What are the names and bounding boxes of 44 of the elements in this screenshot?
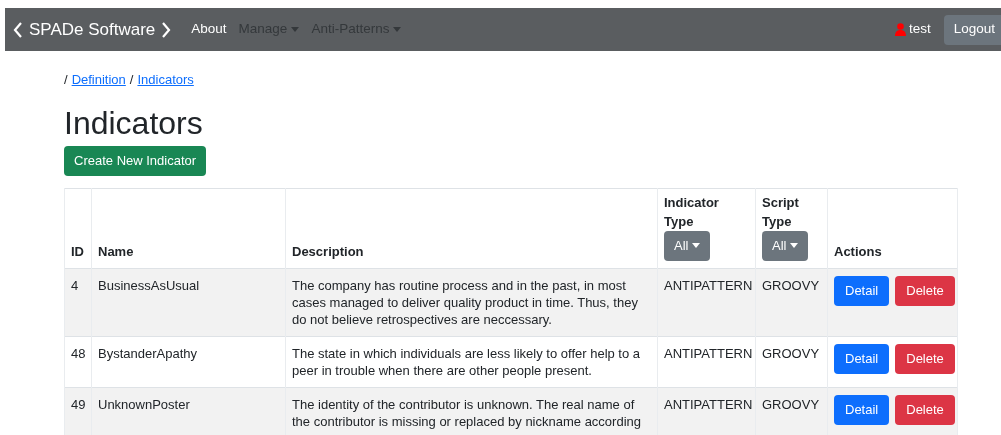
- table-cell: The state in which individuals are less likely to offer help to a peer in trouble when there are other people present.: [292, 345, 641, 378]
- username: test: [908, 20, 931, 39]
- user-icon: [894, 23, 906, 36]
- column-header: Actions: [834, 243, 882, 259]
- breadcrumb-separator: /: [64, 71, 68, 89]
- column-header: Indicator Type: [664, 194, 719, 229]
- table-cell: BystanderApathy: [98, 345, 197, 361]
- table-cell: 4: [71, 277, 79, 293]
- table-cell: The identity of the contributor is unknown. The real name of the contributor is missing or replaced by nickname according: [292, 396, 641, 429]
- nav-item[interactable]: About: [185, 19, 233, 40]
- delete-button[interactable]: Delete: [895, 394, 955, 425]
- caret-icon: [692, 243, 701, 248]
- brand-name[interactable]: SPADe Software: [29, 16, 156, 43]
- logout-button[interactable]: Logout: [943, 14, 1001, 45]
- filter-dropdown[interactable]: All: [664, 230, 711, 261]
- table-cell: BusinessAsUsual: [98, 277, 200, 293]
- page-title: Indicators: [64, 103, 204, 142]
- column-header: Description: [292, 243, 364, 259]
- table-cell: GROOVY: [762, 277, 820, 293]
- column-header: ID: [71, 243, 84, 259]
- create-button[interactable]: Create New Indicator: [64, 145, 207, 176]
- column-header: Name: [98, 243, 134, 259]
- table-cell: ANTIPATTERN: [664, 277, 753, 293]
- detail-button[interactable]: Detail: [834, 394, 890, 425]
- table-cell: GROOVY: [762, 396, 820, 412]
- filter-dropdown[interactable]: All: [762, 230, 809, 261]
- caret-icon: [790, 243, 799, 248]
- delete-button[interactable]: Delete: [895, 343, 955, 374]
- column-header: Script Type: [762, 194, 799, 229]
- table-cell: The company has routine process and in the past, in most cases managed to deliver quality product in time. Thus, they do not believe retrospectives are neccessary.: [292, 277, 638, 327]
- detail-button[interactable]: Detail: [834, 343, 890, 374]
- table-cell: ANTIPATTERN: [664, 396, 753, 412]
- table-cell: 49: [71, 396, 86, 412]
- chevron-right-icon: [161, 21, 172, 38]
- delete-button[interactable]: Delete: [895, 275, 955, 306]
- table-cell: ANTIPATTERN: [664, 345, 753, 361]
- breadcrumb-separator: /: [129, 71, 134, 89]
- chevron-left-icon: [13, 21, 23, 38]
- table-cell: UnknownPoster: [98, 396, 190, 412]
- breadcrumb-link[interactable]: Indicators: [137, 70, 194, 90]
- breadcrumb-link[interactable]: Definition: [71, 70, 126, 90]
- table-cell: GROOVY: [762, 345, 820, 361]
- detail-button[interactable]: Detail: [834, 275, 890, 306]
- table-cell: 48: [71, 345, 86, 361]
